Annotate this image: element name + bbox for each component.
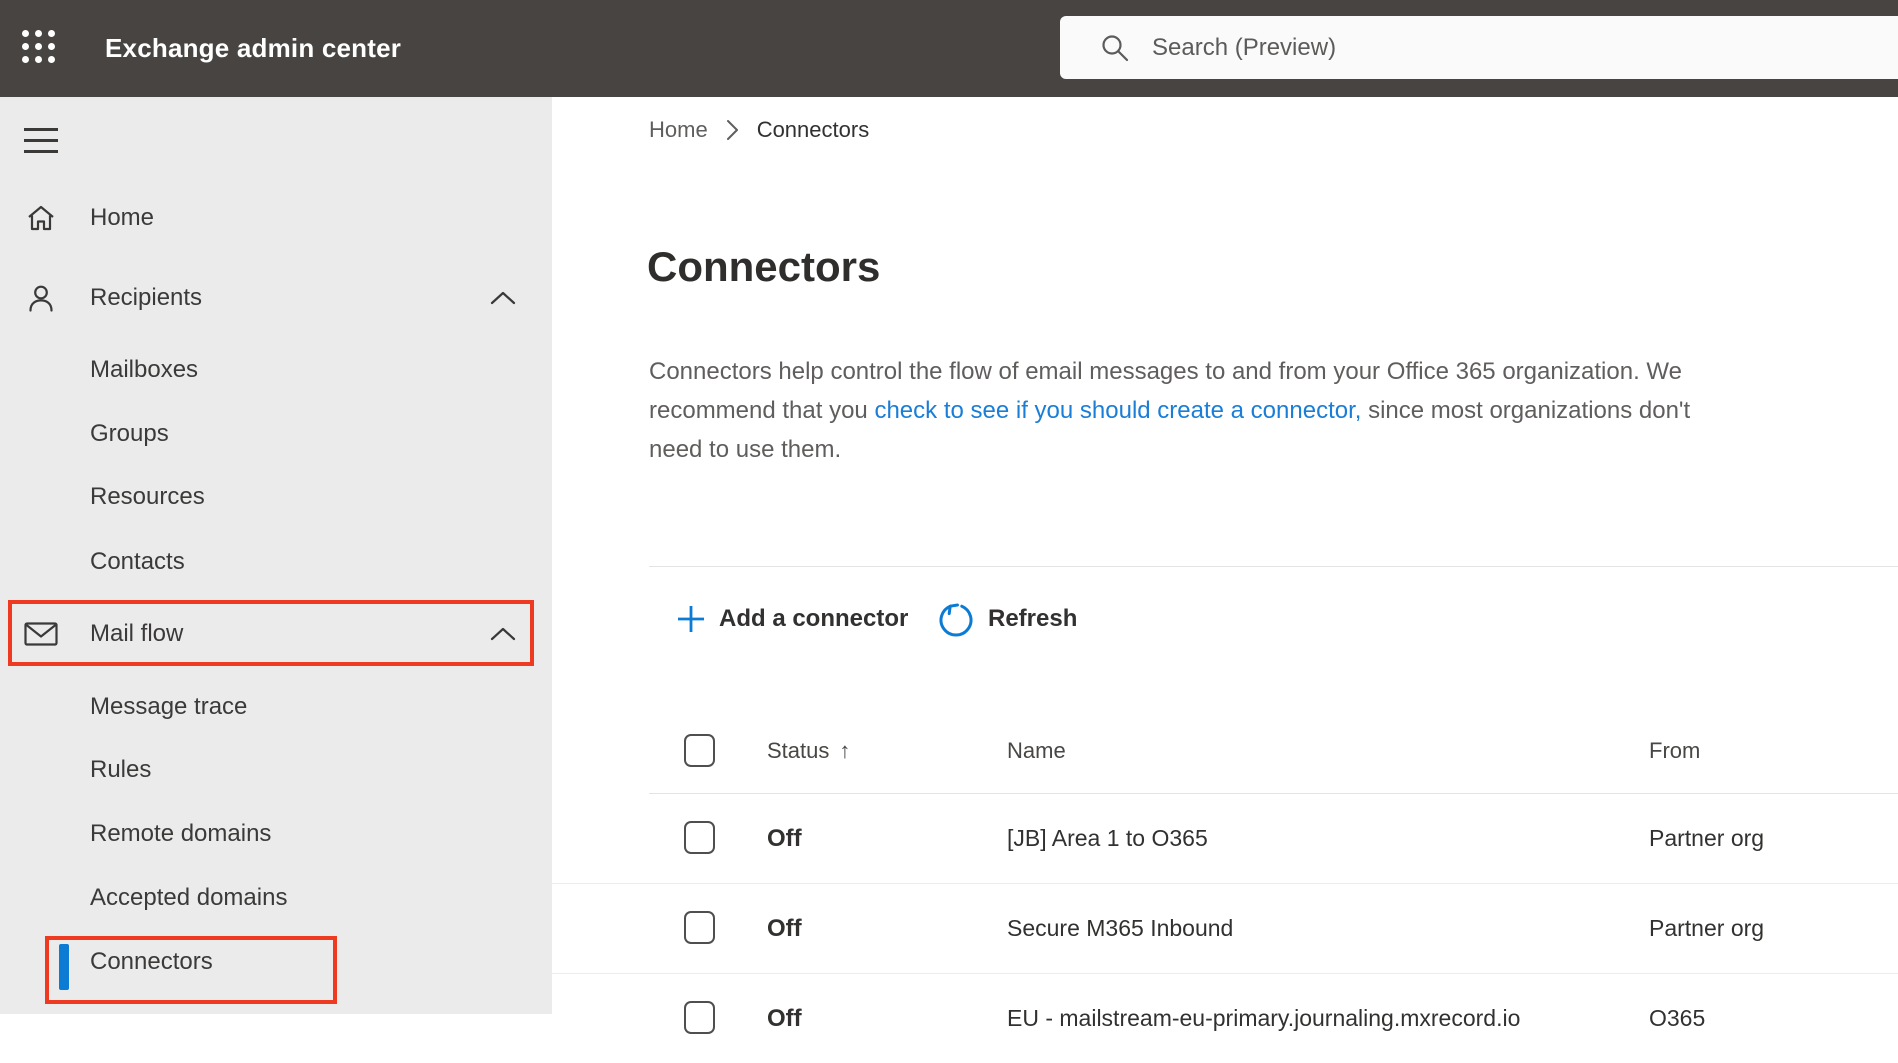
sidebar-nav: Home Recipients Mailboxes Groups Resourc… — [0, 97, 552, 1014]
cell-name[interactable]: EU - mailstream-eu-primary.journaling.mx… — [1007, 974, 1520, 1063]
sort-ascending-icon: ↑ — [839, 738, 851, 763]
sidebar-item-contacts[interactable]: Contacts — [0, 534, 552, 590]
sidebar-item-label: Remote domains — [90, 820, 272, 847]
row-checkbox[interactable] — [684, 911, 715, 944]
table-header-row: Status ↑ Name From — [552, 734, 1898, 768]
cell-from: O365 — [1649, 1005, 1706, 1031]
breadcrumb: Home Connectors — [649, 115, 869, 145]
home-icon — [24, 190, 58, 246]
sidebar-item-resources[interactable]: Resources — [0, 469, 552, 525]
table-row[interactable]: Off Secure M365 Inbound Partner org — [552, 884, 1898, 974]
refresh-icon — [939, 603, 973, 637]
breadcrumb-current: Connectors — [756, 117, 870, 142]
breadcrumb-home-link[interactable]: Home — [649, 117, 708, 143]
search-box[interactable] — [1060, 16, 1898, 79]
sidebar-item-label: Groups — [90, 420, 169, 447]
sidebar-item-label: Resources — [90, 483, 205, 510]
sidebar-item-label: Mail flow — [90, 620, 184, 647]
top-app-bar: Exchange admin center — [0, 0, 1898, 97]
page-description: Connectors help control the flow of emai… — [649, 352, 1690, 469]
sidebar-item-groups[interactable]: Groups — [0, 406, 552, 462]
sidebar-item-remote-domains[interactable]: Remote domains — [0, 806, 552, 862]
envelope-icon — [24, 606, 58, 662]
sidebar-item-accepted-domains[interactable]: Accepted domains — [0, 870, 552, 926]
plus-icon — [678, 606, 704, 632]
sidebar-item-label: Accepted domains — [90, 884, 288, 911]
cell-name[interactable]: Secure M365 Inbound — [1007, 884, 1233, 973]
sidebar-item-label: Rules — [90, 756, 152, 783]
cell-status: Off — [767, 824, 802, 852]
sidebar-item-label: Recipients — [90, 284, 203, 311]
app-title: Exchange admin center — [105, 33, 402, 63]
description-line: need to use them. — [649, 436, 842, 463]
page-title: Connectors — [647, 243, 881, 290]
search-input[interactable] — [1150, 32, 1834, 63]
sidebar-item-mailboxes[interactable]: Mailboxes — [0, 342, 552, 398]
cell-from: Partner org — [1649, 915, 1765, 941]
cell-name[interactable]: [JB] Area 1 to O365 — [1007, 794, 1208, 883]
sidebar-item-home[interactable]: Home — [0, 190, 552, 246]
search-icon — [1102, 34, 1129, 61]
sidebar-item-label: Connectors — [90, 948, 213, 975]
sidebar-item-label: Mailboxes — [90, 356, 199, 383]
sidebar-item-label: Message trace — [90, 693, 248, 720]
chevron-up-icon[interactable] — [490, 606, 516, 662]
cell-from: Partner org — [1649, 825, 1765, 851]
sidebar-item-connectors[interactable]: Connectors — [0, 934, 552, 990]
main-content: Home Connectors Connectors Connectors he… — [552, 97, 1898, 1034]
sidebar-item-recipients[interactable]: Recipients — [0, 270, 552, 326]
toolbar-top-divider — [649, 566, 1898, 567]
app-launcher-icon[interactable] — [22, 30, 55, 63]
chevron-right-icon — [726, 119, 739, 141]
add-connector-button[interactable]: Add a connector — [676, 597, 908, 641]
create-connector-link[interactable]: check to see if you should create a conn… — [874, 397, 1361, 424]
chevron-up-icon[interactable] — [490, 270, 516, 326]
table-row[interactable]: Off [JB] Area 1 to O365 Partner org — [552, 794, 1898, 884]
description-line: recommend that you check to see if you s… — [649, 397, 1691, 424]
sidebar-item-label: Contacts — [90, 548, 185, 575]
column-header-name[interactable]: Name — [1007, 734, 1066, 768]
description-line: Connectors help control the flow of emai… — [649, 358, 1682, 385]
table-row[interactable]: Off EU - mailstream-eu-primary.journalin… — [552, 974, 1898, 1063]
person-icon — [24, 270, 58, 326]
sidebar-item-rules[interactable]: Rules — [0, 742, 552, 798]
sidebar-item-label: Home — [90, 204, 155, 231]
selected-item-indicator — [59, 944, 69, 990]
sidebar-item-message-trace[interactable]: Message trace — [0, 679, 552, 735]
row-checkbox[interactable] — [684, 1001, 715, 1034]
refresh-button[interactable]: Refresh — [937, 597, 1077, 641]
cell-status: Off — [767, 914, 802, 942]
column-header-status[interactable]: Status ↑ — [767, 734, 850, 768]
cell-status: Off — [767, 1004, 802, 1032]
column-header-from[interactable]: From — [1649, 734, 1700, 768]
row-checkbox[interactable] — [684, 821, 715, 854]
sidebar-item-mail-flow[interactable]: Mail flow — [0, 606, 552, 662]
hamburger-menu-icon[interactable] — [24, 128, 58, 154]
select-all-checkbox[interactable] — [684, 734, 715, 767]
